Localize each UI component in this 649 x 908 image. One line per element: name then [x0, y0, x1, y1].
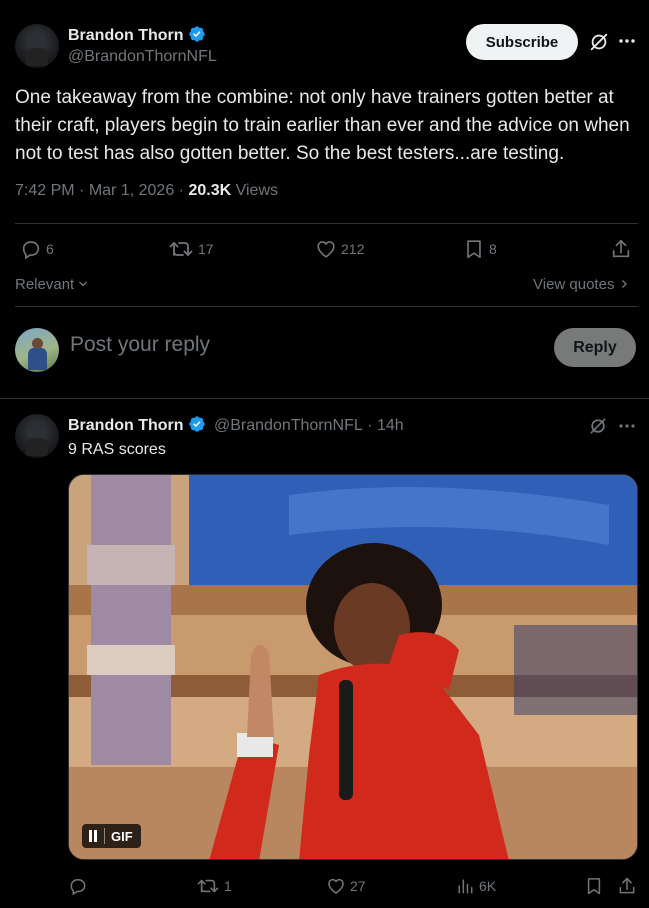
like-action[interactable]: 27 — [326, 876, 366, 896]
gif-badge[interactable]: GIF — [82, 824, 141, 848]
current-user-avatar[interactable] — [15, 328, 59, 372]
reply-action[interactable] — [68, 876, 92, 896]
author-handle[interactable]: @BrandonThornNFL — [68, 48, 217, 66]
chevron-right-icon — [621, 280, 627, 288]
like-count: 212 — [341, 241, 365, 257]
bookmark-action[interactable] — [584, 876, 604, 896]
divider — [15, 306, 638, 307]
bookmark-action[interactable]: 8 — [463, 238, 497, 260]
view-quotes-link[interactable]: View quotes — [533, 276, 629, 293]
heart-icon — [317, 241, 335, 258]
bookmark-count: 8 — [489, 241, 497, 257]
reply-header: Brandon Thorn @BrandonThornNFL · 14h — [68, 415, 404, 438]
sort-label: Relevant — [15, 276, 75, 293]
reply-icon — [22, 241, 40, 260]
grok-icon[interactable] — [588, 416, 608, 441]
reply-button[interactable]: Reply — [554, 328, 636, 367]
grok-icon[interactable] — [588, 31, 610, 58]
chevron-down-icon — [79, 281, 88, 287]
author-name[interactable]: Brandon Thorn — [68, 27, 184, 44]
repost-icon — [169, 242, 193, 256]
heart-icon — [328, 878, 344, 894]
repost-icon — [197, 879, 219, 893]
bookmark-icon — [467, 240, 481, 259]
like-action[interactable]: 212 — [315, 238, 364, 260]
tweet-time[interactable]: 7:42 PM — [15, 182, 75, 199]
share-icon — [612, 239, 630, 258]
bookmark-icon — [587, 878, 601, 895]
reply-author-avatar[interactable] — [15, 414, 59, 458]
repost-action[interactable]: 17 — [168, 238, 214, 260]
reply-age[interactable]: 14h — [377, 417, 404, 434]
meta-separator: · — [178, 182, 189, 199]
more-options-icon[interactable] — [618, 30, 636, 57]
reply-separator: · — [367, 417, 373, 434]
verified-badge-icon — [188, 25, 206, 48]
pause-icon[interactable] — [82, 824, 104, 848]
like-count: 27 — [350, 878, 366, 894]
share-icon — [619, 877, 635, 894]
reply-input[interactable]: Post your reply — [70, 333, 210, 357]
reply-text: 9 RAS scores — [68, 441, 166, 458]
author-name-row[interactable]: Brandon Thorn — [68, 25, 206, 48]
tweet-meta: 7:42 PM · Mar 1, 2026 · 20.3K Views — [15, 182, 278, 200]
gif-image — [69, 475, 637, 859]
reply-icon — [70, 879, 86, 896]
author-avatar[interactable] — [15, 24, 59, 68]
gif-label: GIF — [111, 828, 133, 844]
repost-count: 17 — [198, 241, 214, 257]
views-count: 6K — [479, 878, 497, 894]
tweet-text: One takeaway from the combine: not only … — [15, 87, 630, 164]
views-label: Views — [235, 182, 278, 199]
subscribe-button[interactable]: Subscribe — [466, 24, 578, 60]
verified-badge-icon — [188, 415, 206, 438]
tweet-date[interactable]: Mar 1, 2026 — [89, 182, 174, 199]
reply-author-handle[interactable]: @BrandonThornNFL — [214, 417, 363, 434]
repost-action[interactable]: 1 — [196, 876, 232, 896]
reply-count: 6 — [46, 241, 54, 257]
views-count: 20.3K — [188, 182, 232, 199]
divider — [0, 398, 649, 399]
reply-author-name[interactable]: Brandon Thorn — [68, 417, 184, 434]
views-action[interactable]: 6K — [455, 876, 496, 896]
views-chart-icon — [458, 879, 473, 894]
share-action[interactable] — [610, 238, 632, 260]
repost-count: 1 — [224, 878, 232, 894]
sort-dropdown[interactable]: Relevant — [15, 276, 88, 293]
reply-action[interactable]: 6 — [20, 238, 54, 260]
more-options-icon[interactable] — [618, 415, 636, 442]
meta-separator: · — [79, 182, 89, 199]
gif-media[interactable] — [68, 474, 638, 860]
view-quotes-label: View quotes — [533, 276, 615, 293]
share-action[interactable] — [617, 876, 637, 896]
divider — [15, 223, 638, 224]
